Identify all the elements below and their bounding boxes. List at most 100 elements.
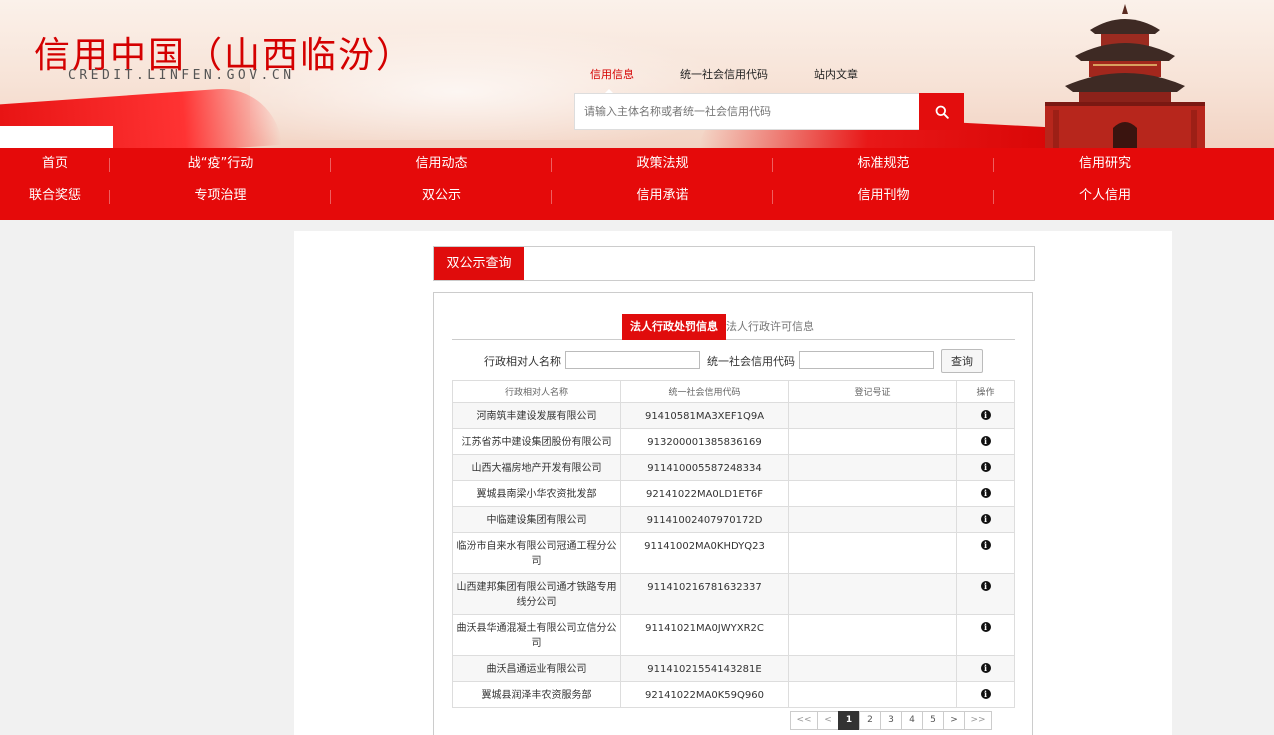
table-row: 河南筑丰建设发展有限公司 91410581MA3XEF1Q9A i <box>452 402 1015 429</box>
cell-reg-number <box>788 532 957 574</box>
col-action-header: 操作 <box>956 380 1015 403</box>
cell-action: i <box>956 506 1015 533</box>
table-row: 曲沃县华通混凝土有限公司立信分公司 91141021MA0JWYXR2C i <box>452 614 1015 656</box>
cell-credit-code: 911410005587248334 <box>620 454 789 481</box>
results-table: 行政相对人名称 统一社会信用代码 登记号证 操作 河南筑丰建设发展有限公司 914… <box>452 380 1015 708</box>
cell-reg-number <box>788 573 957 615</box>
cell-credit-code: 91141002MA0KHDYQ23 <box>620 532 789 574</box>
name-input[interactable] <box>565 351 700 369</box>
page-prev[interactable]: < <box>817 711 839 730</box>
nav-item-policy[interactable]: 政策法规 <box>552 150 773 182</box>
nav-item-home[interactable]: 首页 <box>0 150 110 182</box>
table-row: 山西大福房地产开发有限公司 911410005587248334 i <box>452 454 1015 481</box>
code-label: 统一社会信用代码 <box>707 355 795 368</box>
nav-item-research[interactable]: 信用研究 <box>994 150 1216 182</box>
cell-action: i <box>956 573 1015 615</box>
cell-action: i <box>956 428 1015 455</box>
cell-name: 临汾市自来水有限公司冠通工程分公司 <box>452 532 621 574</box>
table-row: 中临建设集团有限公司 91141002407970172D i <box>452 506 1015 533</box>
page-last[interactable]: >> <box>964 711 992 730</box>
cell-name: 河南筑丰建设发展有限公司 <box>452 402 621 429</box>
cell-action: i <box>956 480 1015 507</box>
page-3[interactable]: 3 <box>880 711 902 730</box>
section-title: 双公示查询 <box>434 247 524 280</box>
header-white-block <box>0 126 113 148</box>
drum-tower-illustration <box>1045 4 1205 148</box>
pagination: << < 1 2 3 4 5 > >> <box>790 711 992 730</box>
cell-name: 曲沃县华通混凝土有限公司立信分公司 <box>452 614 621 656</box>
tab-admin-penalty[interactable]: 法人行政处罚信息 <box>622 314 726 340</box>
cell-name: 中临建设集团有限公司 <box>452 506 621 533</box>
search-box <box>574 93 964 130</box>
query-panel: 法人行政处罚信息 法人行政许可信息 行政相对人名称 统一社会信用代码 查询 行政… <box>433 292 1033 735</box>
filter-bar: 行政相对人名称 统一社会信用代码 查询 <box>434 349 1034 373</box>
info-icon[interactable]: i <box>980 663 991 673</box>
info-icon[interactable]: i <box>980 689 991 699</box>
table-row: 曲沃昌通运业有限公司 91141021554143281E i <box>452 655 1015 682</box>
search-tab-site-articles[interactable]: 站内文章 <box>814 66 858 82</box>
info-icon[interactable]: i <box>980 540 991 550</box>
info-icon[interactable]: i <box>980 436 991 446</box>
cell-action: i <box>956 655 1015 682</box>
query-button[interactable]: 查询 <box>941 349 983 373</box>
page-first[interactable]: << <box>790 711 818 730</box>
nav-item-epidemic[interactable]: 战“疫”行动 <box>110 150 331 182</box>
search-button[interactable] <box>919 93 964 130</box>
nav-item-standards[interactable]: 标准规范 <box>773 150 994 182</box>
cell-reg-number <box>788 655 957 682</box>
cell-action: i <box>956 532 1015 574</box>
nav-row-1: 首页 战“疫”行动 信用动态 政策法规 标准规范 信用研究 <box>0 150 1274 182</box>
page-5[interactable]: 5 <box>922 711 944 730</box>
cell-reg-number <box>788 402 957 429</box>
cell-reg-number <box>788 614 957 656</box>
info-icon[interactable]: i <box>980 514 991 524</box>
table-row: 江苏省苏中建设集团股份有限公司 913200001385836169 i <box>452 428 1015 455</box>
cell-name: 曲沃昌通运业有限公司 <box>452 655 621 682</box>
cell-credit-code: 913200001385836169 <box>620 428 789 455</box>
cell-name: 翼城县南梁小华农资批发部 <box>452 480 621 507</box>
nav-item-joint-rewards[interactable]: 联合奖惩 <box>0 182 110 214</box>
cell-name: 山西大福房地产开发有限公司 <box>452 454 621 481</box>
search-tab-credit-code[interactable]: 统一社会信用代码 <box>680 66 768 82</box>
cell-credit-code: 91141021554143281E <box>620 655 789 682</box>
cell-credit-code: 911410216781632337 <box>620 573 789 615</box>
nav-item-publications[interactable]: 信用刊物 <box>773 182 994 214</box>
info-icon[interactable]: i <box>980 581 991 591</box>
tab-admin-license[interactable]: 法人行政许可信息 <box>726 314 814 340</box>
search-icon <box>935 105 949 119</box>
nav-item-double-publicity[interactable]: 双公示 <box>331 182 552 214</box>
cell-credit-code: 91410581MA3XEF1Q9A <box>620 402 789 429</box>
nav-item-special[interactable]: 专项治理 <box>110 182 331 214</box>
table-row: 翼城县润泽丰农资服务部 92141022MA0K59Q960 i <box>452 681 1015 708</box>
info-icon[interactable]: i <box>980 488 991 498</box>
cell-reg-number <box>788 454 957 481</box>
search-tab-credit-info[interactable]: 信用信息 <box>590 66 634 94</box>
cell-credit-code: 91141021MA0JWYXR2C <box>620 614 789 656</box>
col-reg-header: 登记号证 <box>788 380 957 403</box>
cell-credit-code: 92141022MA0LD1ET6F <box>620 480 789 507</box>
cell-action: i <box>956 402 1015 429</box>
page-next[interactable]: > <box>943 711 965 730</box>
table-header-row: 行政相对人名称 统一社会信用代码 登记号证 操作 <box>452 380 1015 403</box>
search-input[interactable] <box>574 93 919 130</box>
cell-action: i <box>956 454 1015 481</box>
cell-reg-number <box>788 681 957 708</box>
col-name-header: 行政相对人名称 <box>452 380 621 403</box>
search-tabs: 信用信息 统一社会信用代码 站内文章 <box>590 66 904 94</box>
table-row: 山西建邦集团有限公司通才铁路专用线分公司 911410216781632337 i <box>452 573 1015 615</box>
code-input[interactable] <box>799 351 934 369</box>
main-content: 双公示查询 法人行政处罚信息 法人行政许可信息 行政相对人名称 统一社会信用代码… <box>294 231 1172 735</box>
info-icon[interactable]: i <box>980 622 991 632</box>
nav-item-personal-credit[interactable]: 个人信用 <box>994 182 1216 214</box>
info-icon[interactable]: i <box>980 410 991 420</box>
page-2[interactable]: 2 <box>859 711 881 730</box>
section-header: 双公示查询 <box>433 246 1035 281</box>
nav-item-credit-news[interactable]: 信用动态 <box>331 150 552 182</box>
nav-item-commitment[interactable]: 信用承诺 <box>552 182 773 214</box>
page-4[interactable]: 4 <box>901 711 923 730</box>
cell-credit-code: 91141002407970172D <box>620 506 789 533</box>
cell-reg-number <box>788 428 957 455</box>
cell-name: 翼城县润泽丰农资服务部 <box>452 681 621 708</box>
info-icon[interactable]: i <box>980 462 991 472</box>
page-1[interactable]: 1 <box>838 711 860 730</box>
